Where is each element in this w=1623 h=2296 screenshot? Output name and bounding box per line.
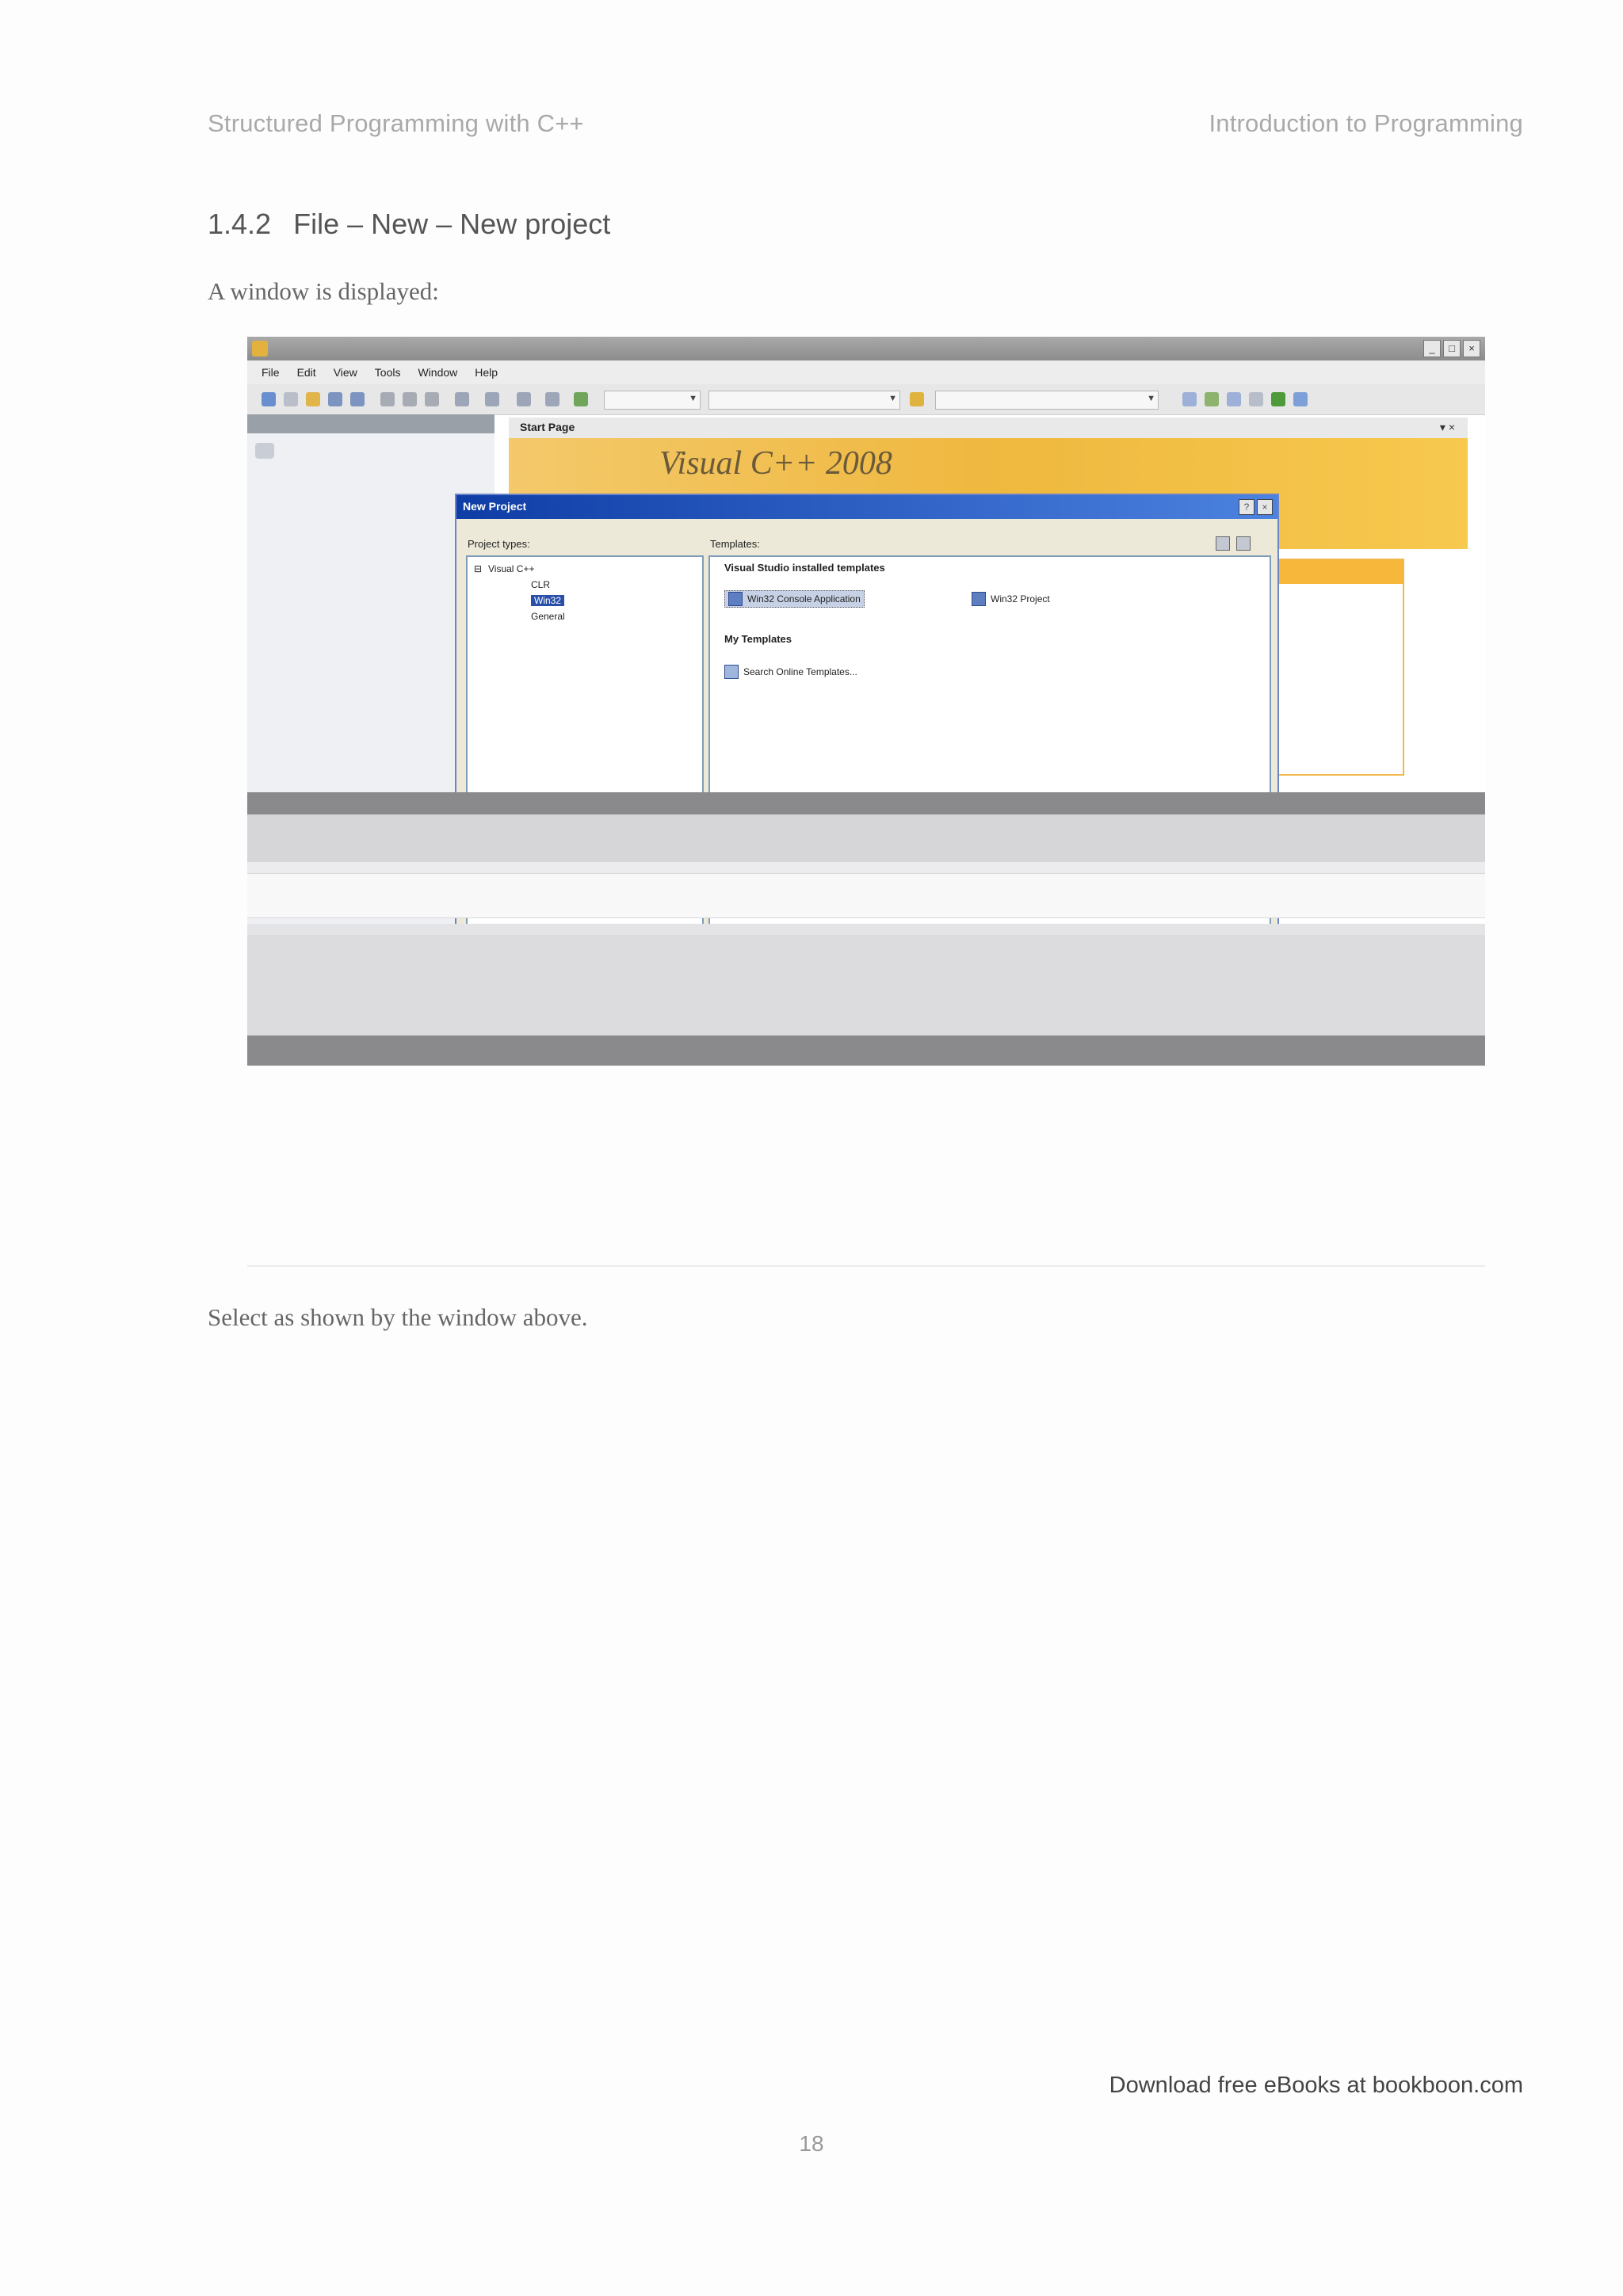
instruction-paragraph: Select as shown by the window above.	[208, 1303, 588, 1331]
maximize-icon[interactable]: □	[1443, 340, 1461, 357]
menu-help[interactable]: Help	[475, 360, 498, 384]
intro-paragraph: A window is displayed:	[208, 277, 439, 305]
faded-band	[247, 792, 1485, 814]
solution-explorer-icon[interactable]	[1182, 392, 1197, 406]
menu-view[interactable]: View	[334, 360, 357, 384]
visual-studio-app-icon	[252, 341, 268, 357]
save-icon[interactable]	[328, 392, 342, 406]
solution-platform-combo[interactable]: ▼	[708, 391, 900, 410]
visual-cpp-logo: Visual C++ 2008	[659, 445, 892, 482]
open-folder-icon[interactable]	[306, 392, 320, 406]
object-browser-icon[interactable]	[1227, 392, 1241, 406]
redo-icon[interactable]	[485, 392, 499, 406]
undo-icon[interactable]	[455, 392, 469, 406]
minimize-icon[interactable]: _	[1423, 340, 1441, 357]
faded-band	[247, 935, 1485, 1035]
paste-icon[interactable]	[425, 392, 439, 406]
running-header-left: Structured Programming with C++	[208, 109, 584, 137]
win32-project-template-icon	[972, 592, 986, 606]
section-heading: 1.4.2 File – New – New project	[208, 208, 610, 241]
windows-icon[interactable]	[1293, 392, 1308, 406]
close-icon[interactable]: ×	[1463, 340, 1480, 357]
navigate-backward-icon[interactable]	[517, 392, 531, 406]
template-win32-console-application[interactable]: Win32 Console Application	[724, 590, 865, 608]
dialog-title-buttons: ? ×	[1239, 499, 1273, 515]
large-icons-view-icon[interactable]	[1216, 536, 1230, 551]
close-icon[interactable]: ▾ ×	[1440, 421, 1455, 434]
start-page-icon[interactable]	[1271, 392, 1285, 406]
faded-band	[247, 862, 1485, 873]
win32-console-template-icon	[728, 592, 743, 606]
tree-item-win32[interactable]: Win32	[531, 595, 565, 606]
solution-explorer-toolbar-icon[interactable]	[255, 443, 274, 459]
ide-toolbar: ▼ ▼ ▼	[247, 384, 1485, 415]
copy-icon[interactable]	[403, 392, 417, 406]
template-search-online[interactable]: Search Online Templates...	[724, 665, 857, 679]
my-templates-heading: My Templates	[724, 633, 792, 645]
dialog-lower-area-faded	[247, 792, 1485, 1066]
start-page-tab-label: Start Page	[520, 421, 575, 433]
ide-titlebar: _ □ ×	[247, 337, 1485, 360]
page-number: 18	[799, 2131, 824, 2156]
find-combo[interactable]: ▼	[935, 391, 1159, 410]
new-project-dialog-titlebar: New Project ? ×	[456, 495, 1277, 519]
faded-band	[247, 1035, 1485, 1066]
faded-band	[247, 814, 1485, 862]
chevron-down-icon: ▼	[689, 394, 697, 403]
small-icons-view-icon[interactable]	[1236, 536, 1251, 551]
ide-menubar: File Edit View Tools Window Help	[247, 360, 1485, 384]
project-types-label: Project types:	[468, 538, 530, 550]
running-header-right: Introduction to Programming	[1209, 109, 1523, 137]
solution-configuration-combo[interactable]: ▼	[604, 391, 701, 410]
template-label: Search Online Templates...	[743, 666, 857, 677]
faded-input-row	[247, 873, 1485, 918]
tree-item-general[interactable]: General	[531, 611, 565, 622]
menu-tools[interactable]: Tools	[375, 360, 401, 384]
ide-window-buttons: _ □ ×	[1423, 340, 1480, 357]
template-label: Win32 Project	[991, 593, 1050, 605]
menu-window[interactable]: Window	[418, 360, 457, 384]
new-project-icon[interactable]	[262, 392, 276, 406]
section-title: File – New – New project	[293, 208, 611, 240]
installed-templates-heading: Visual Studio installed templates	[724, 562, 885, 574]
tree-item-visual-cpp[interactable]: Visual C++	[488, 563, 534, 574]
ide-screenshot-figure: _ □ × File Edit View Tools Window Help ▼…	[247, 337, 1485, 1066]
templates-label: Templates:	[710, 538, 760, 550]
bookboon-download-link[interactable]: Download free eBooks at bookboon.com	[1109, 2073, 1523, 2099]
start-page-tab[interactable]: Start Page ▾ ×	[509, 418, 1468, 438]
navigate-forward-icon[interactable]	[545, 392, 559, 406]
running-header: Structured Programming with C++ Introduc…	[208, 109, 1523, 138]
add-item-icon[interactable]	[284, 392, 298, 406]
properties-icon[interactable]	[1205, 392, 1219, 406]
find-icon[interactable]	[910, 392, 924, 406]
toolbox-icon[interactable]	[1249, 392, 1263, 406]
chevron-down-icon: ▼	[888, 394, 897, 403]
help-icon[interactable]: ?	[1239, 499, 1254, 515]
start-debugging-icon[interactable]	[574, 392, 588, 406]
faded-band	[247, 924, 1485, 935]
solution-explorer-header	[247, 414, 495, 433]
menu-edit[interactable]: Edit	[297, 360, 316, 384]
menu-file[interactable]: File	[262, 360, 280, 384]
template-label: Win32 Console Application	[747, 593, 861, 605]
tree-item-clr[interactable]: CLR	[531, 579, 550, 590]
close-icon[interactable]: ×	[1257, 499, 1273, 515]
search-online-template-icon	[724, 665, 739, 679]
figure-bottom-rule	[247, 1265, 1485, 1267]
save-all-icon[interactable]	[350, 392, 365, 406]
section-number: 1.4.2	[208, 208, 272, 240]
tree-expander-icon[interactable]: ⊟	[474, 563, 482, 574]
cut-icon[interactable]	[380, 392, 395, 406]
chevron-down-icon: ▼	[1147, 394, 1155, 403]
new-project-dialog-title: New Project	[463, 500, 527, 513]
template-win32-project[interactable]: Win32 Project	[972, 592, 1050, 606]
